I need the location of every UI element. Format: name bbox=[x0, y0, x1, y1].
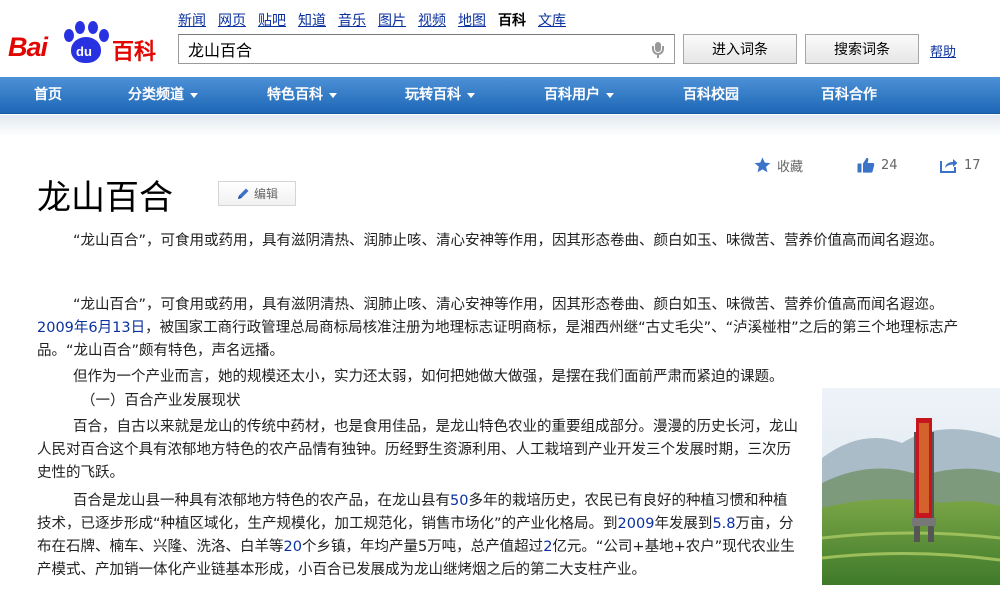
number-text: 5.8 bbox=[712, 516, 736, 532]
body-paragraph: 但作为一个产业而言，她的规模还太小，实力还太弱，如何把她做大做强，是摆在我们面前… bbox=[73, 369, 784, 385]
paragraph-text: 个乡镇，年均产量5万吨，总产值超过 bbox=[301, 539, 544, 555]
share-count: 17 bbox=[964, 157, 981, 173]
nav-link-tieba[interactable]: 贴吧 bbox=[258, 10, 286, 30]
nav-link-music[interactable]: 音乐 bbox=[338, 10, 366, 30]
main-nav-label: 玩转百科 bbox=[405, 87, 461, 103]
pencil-icon bbox=[237, 188, 249, 199]
caret-down-icon bbox=[329, 92, 337, 98]
search-box bbox=[178, 34, 675, 64]
main-nav-label: 首页 bbox=[34, 87, 62, 103]
caret-down-icon bbox=[606, 92, 614, 98]
main-nav-label: 分类频道 bbox=[128, 87, 184, 103]
lily-field-photo[interactable] bbox=[822, 388, 1000, 585]
baidu-baike-logo[interactable]: Bai du 百科 bbox=[8, 14, 168, 66]
nav-shadow bbox=[0, 115, 1000, 137]
main-nav-label: 百科合作 bbox=[821, 87, 877, 103]
favorite-label: 收藏 bbox=[777, 159, 804, 175]
number-text: 2009 bbox=[617, 516, 655, 532]
header: Bai du 百科 新闻 网页 贴吧 知道 音乐 图片 视频 地图 百科 文库 … bbox=[0, 0, 1000, 75]
date-text: 2009年6月13日 bbox=[37, 320, 146, 336]
main-nav-label: 百科用户 bbox=[544, 87, 600, 103]
star-icon bbox=[754, 157, 771, 173]
search-input[interactable] bbox=[179, 35, 639, 63]
body-paragraph: 百合是龙山县一种具有浓郁地方特色的农产品，在龙山县有50多年的栽培历史，农民已有… bbox=[37, 490, 799, 582]
logo-text-du: du bbox=[76, 44, 92, 59]
main-nav-bar: 首页 分类频道 特色百科 玩转百科 百科用户 百科校园 百科合作 bbox=[0, 77, 1000, 114]
paragraph-text: 百合是龙山县一种具有浓郁地方特色的农产品，在龙山县有 bbox=[73, 493, 450, 509]
like-action[interactable]: 24 bbox=[857, 155, 898, 175]
paw-icon: du bbox=[63, 20, 109, 64]
number-text: 20 bbox=[283, 539, 302, 555]
nav-link-map[interactable]: 地图 bbox=[458, 10, 486, 30]
main-nav-label: 百科校园 bbox=[683, 87, 739, 103]
share-action[interactable]: 17 bbox=[940, 155, 981, 175]
summary-paragraph: “龙山百合”，可食用或药用，具有滋阴清热、润肺止咳、清心安神等作用，因其形态卷曲… bbox=[73, 233, 944, 249]
nav-link-wenku[interactable]: 文库 bbox=[538, 10, 566, 30]
nav-link-news[interactable]: 新闻 bbox=[178, 10, 206, 30]
like-count: 24 bbox=[881, 157, 898, 173]
main-nav-cooperation[interactable]: 百科合作 bbox=[821, 77, 877, 114]
number-text: 50 bbox=[450, 493, 469, 509]
thumbs-up-icon bbox=[857, 157, 875, 173]
main-nav-label: 特色百科 bbox=[267, 87, 323, 103]
body-paragraph: 百合，自古以来就是龙山的传统中药材，也是食用佳品，是龙山特色农业的重要组成部分。… bbox=[37, 419, 798, 481]
paragraph-text: “龙山百合”，可食用或药用，具有滋阴清热、润肺止咳、清心安神等作用，因其形态卷曲… bbox=[73, 297, 944, 313]
nav-link-web[interactable]: 网页 bbox=[218, 10, 246, 30]
enter-entry-button[interactable]: 进入词条 bbox=[683, 34, 797, 64]
caret-down-icon bbox=[467, 92, 475, 98]
nav-link-images[interactable]: 图片 bbox=[378, 10, 406, 30]
nav-link-baike: 百科 bbox=[498, 13, 526, 29]
caret-down-icon bbox=[190, 92, 198, 98]
favorite-action[interactable]: 收藏 bbox=[754, 155, 803, 175]
nav-link-zhidao[interactable]: 知道 bbox=[298, 10, 326, 30]
nav-link-video[interactable]: 视频 bbox=[418, 10, 446, 30]
main-nav-featured[interactable]: 特色百科 bbox=[267, 77, 337, 114]
photo-image bbox=[822, 388, 1000, 585]
share-icon bbox=[940, 159, 958, 173]
main-nav-play[interactable]: 玩转百科 bbox=[405, 77, 475, 114]
paragraph-text: 年发展到 bbox=[654, 516, 713, 532]
product-nav: 新闻 网页 贴吧 知道 音乐 图片 视频 地图 百科 文库 bbox=[178, 10, 578, 30]
logo-text-bai: Bai bbox=[8, 32, 48, 62]
edit-label: 编辑 bbox=[253, 187, 278, 201]
main-nav-users[interactable]: 百科用户 bbox=[544, 77, 614, 114]
help-link[interactable]: 帮助 bbox=[930, 41, 956, 60]
page-title: 龙山百合 bbox=[37, 178, 173, 218]
main-nav-campus[interactable]: 百科校园 bbox=[683, 77, 739, 114]
paragraph-text: ，被国家工商行政管理总局商标局核准注册为地理标志证明商标，是湘西州继“古丈毛尖”… bbox=[37, 320, 959, 359]
body-paragraph: “龙山百合”，可食用或药用，具有滋阴清热、润肺止咳、清心安神等作用，因其形态卷曲… bbox=[37, 294, 967, 363]
microphone-icon[interactable] bbox=[652, 42, 664, 58]
main-nav-categories[interactable]: 分类频道 bbox=[128, 77, 198, 114]
search-entry-button[interactable]: 搜索词条 bbox=[805, 34, 919, 64]
main-nav-home[interactable]: 首页 bbox=[34, 77, 62, 114]
section-heading: （一）百合产业发展现状 bbox=[81, 393, 241, 409]
logo-text-baike: 百科 bbox=[112, 40, 157, 65]
edit-button[interactable]: 编辑 bbox=[218, 181, 296, 206]
